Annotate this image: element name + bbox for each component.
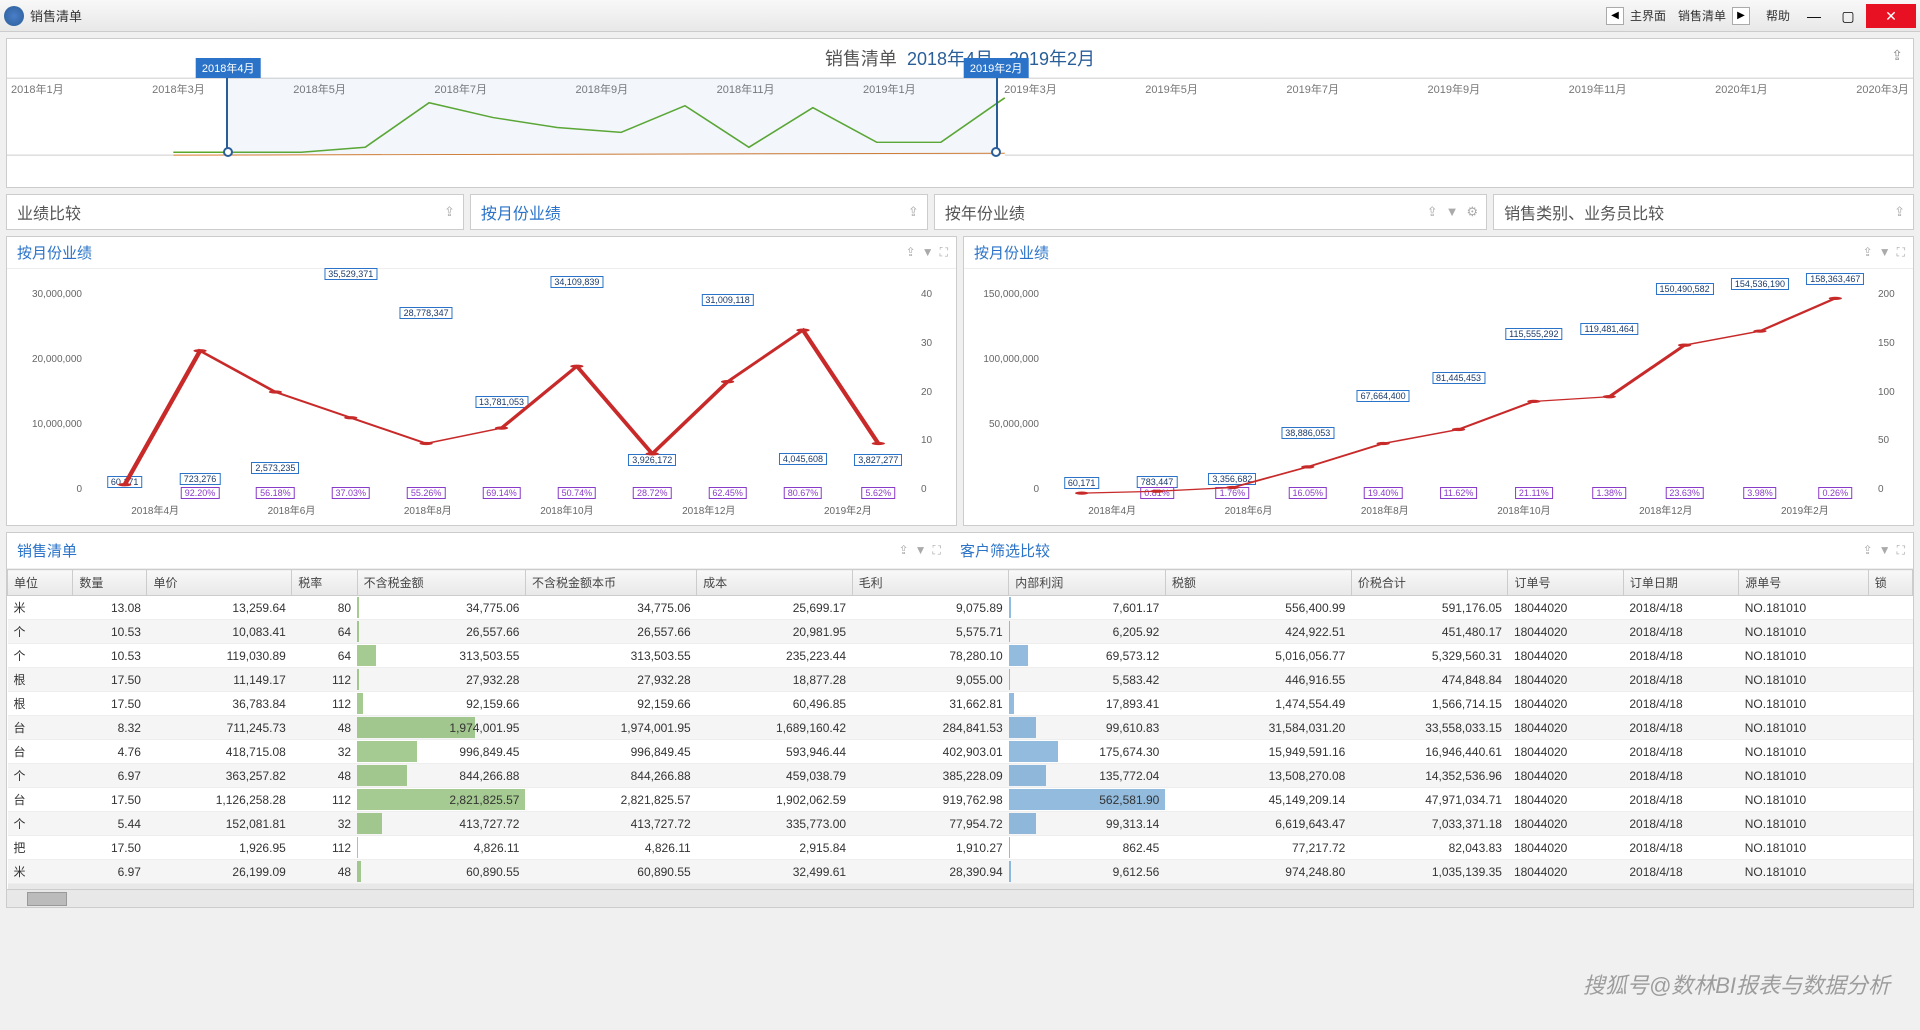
nav-main-label[interactable]: 主界面 xyxy=(1624,7,1672,24)
col-header[interactable]: 锁 xyxy=(1868,570,1912,596)
chart-title: 按月份业绩 xyxy=(17,242,92,263)
table-row[interactable]: 米6.9726,199.094860,890.5560,890.5532,499… xyxy=(8,860,1913,884)
section-label: 按年份业绩 xyxy=(945,200,1025,224)
export-icon[interactable]: ⇪ xyxy=(1891,47,1903,64)
table-row[interactable]: 根17.5036,783.8411292,159.6692,159.6660,4… xyxy=(8,692,1913,716)
col-header[interactable]: 内部利润 xyxy=(1009,570,1166,596)
section-label: 按月份业绩 xyxy=(481,200,561,224)
col-header[interactable]: 数量 xyxy=(73,570,147,596)
col-header[interactable]: 订单日期 xyxy=(1623,570,1738,596)
table-row[interactable]: 根17.5011,149.1711227,932.2827,932.2818,8… xyxy=(8,668,1913,692)
chart-title: 按月份业绩 xyxy=(974,242,1049,263)
export-icon[interactable]: ⇪ xyxy=(899,543,909,557)
filter-icon[interactable]: ▼ xyxy=(922,245,934,259)
sales-table[interactable]: 单位数量单价税率不含税金额不含税金额本币成本毛利内部利润税额价税合计订单号订单日… xyxy=(7,569,1913,889)
app-logo-icon xyxy=(4,6,24,26)
settings-icon[interactable]: ⚙ xyxy=(1466,204,1478,219)
nav-prev-button[interactable]: ◀ xyxy=(1606,7,1624,25)
section-perf-compare[interactable]: 业绩比较 ⇪ xyxy=(6,194,464,230)
section-category-sales[interactable]: 销售类别、业务员比较 ⇪ xyxy=(1493,194,1914,230)
export-icon[interactable]: ⇪ xyxy=(906,245,916,259)
col-header[interactable]: 不含税金额本币 xyxy=(525,570,696,596)
col-header[interactable]: 订单号 xyxy=(1508,570,1623,596)
range-title-prefix: 销售清单 xyxy=(825,49,897,69)
table-row[interactable]: 个10.53119,030.8964313,503.55313,503.5523… xyxy=(8,644,1913,668)
chart-monthly-body: 010,000,00020,000,00030,000,000010203040… xyxy=(7,269,956,525)
col-header[interactable]: 毛利 xyxy=(852,570,1009,596)
table-row[interactable]: 个10.5310,083.416426,557.6626,557.6620,98… xyxy=(8,620,1913,644)
col-header[interactable]: 成本 xyxy=(697,570,852,596)
window-title: 销售清单 xyxy=(30,6,1606,25)
minimize-button[interactable]: — xyxy=(1798,4,1830,28)
col-header[interactable]: 单价 xyxy=(147,570,292,596)
expand-icon[interactable]: ⛶ xyxy=(933,543,941,557)
chart-cumulative-body: 050,000,000100,000,000150,000,0000501001… xyxy=(964,269,1913,525)
export-icon[interactable]: ⇪ xyxy=(444,204,455,219)
col-header[interactable]: 税额 xyxy=(1165,570,1351,596)
close-button[interactable]: ✕ xyxy=(1866,4,1916,28)
help-menu[interactable]: 帮助 xyxy=(1760,7,1796,24)
sales-table-panel: 销售清单 ⇪ ▼ ⛶ 客户筛选比较 ⇪ ▼ ⛶ 单位数量单价税率不含税金额不含税金额本币… xyxy=(6,532,1914,908)
range-chart[interactable]: 2018年4月 2019年2月 2018年1月2018年3月2018年5月201… xyxy=(7,77,1913,172)
chart-monthly-panel: 按月份业绩 ⇪ ▼ ⛶ 010,000,00020,000,00030,000,00… xyxy=(6,236,957,526)
range-label-start: 2018年4月 xyxy=(196,58,261,78)
export-icon[interactable]: ⇪ xyxy=(1894,204,1905,219)
section-label: 销售类别、业务员比较 xyxy=(1504,200,1664,224)
section-label: 业绩比较 xyxy=(17,200,81,224)
expand-icon[interactable]: ⛶ xyxy=(940,245,948,259)
range-handle-end[interactable] xyxy=(991,147,1001,157)
section-yearly[interactable]: 按年份业绩 ⇪ ▼ ⚙ xyxy=(934,194,1487,230)
col-header[interactable]: 价税合计 xyxy=(1351,570,1508,596)
col-header[interactable]: 单位 xyxy=(8,570,73,596)
export-icon[interactable]: ⇪ xyxy=(908,204,919,219)
table-row[interactable]: 个6.97363,257.8248844,266.88844,266.88459… xyxy=(8,764,1913,788)
range-title: 销售清单 2018年4月 - 2019年2月 xyxy=(7,39,1913,77)
nav-list-label[interactable]: 销售清单 xyxy=(1672,7,1732,24)
chart-cumulative-panel: 按月份业绩 ⇪ ▼ ⛶ 050,000,000100,000,000150,000,… xyxy=(963,236,1914,526)
filter-icon[interactable]: ▼ xyxy=(1446,204,1459,219)
expand-icon[interactable]: ⛶ xyxy=(1897,245,1905,259)
export-icon[interactable]: ⇪ xyxy=(1863,245,1873,259)
table-row[interactable]: 个5.44152,081.8132413,727.72413,727.72335… xyxy=(8,812,1913,836)
filter-icon[interactable]: ▼ xyxy=(1879,245,1891,259)
export-icon[interactable]: ⇪ xyxy=(1427,204,1438,219)
date-range-panel: 销售清单 2018年4月 - 2019年2月 ⇪ 2018年4月 2019年2月… xyxy=(6,38,1914,188)
col-header[interactable]: 源单号 xyxy=(1739,570,1869,596)
watermark: 搜狐号@数林BI报表与数据分析 xyxy=(1583,968,1890,1000)
nav-next-button[interactable]: ▶ xyxy=(1732,7,1750,25)
table-row[interactable]: 台8.32711,245.73481,974,001.951,974,001.9… xyxy=(8,716,1913,740)
range-handle-start[interactable] xyxy=(223,147,233,157)
col-header[interactable]: 不含税金额 xyxy=(357,570,525,596)
table-row[interactable]: 米13.0813,259.648034,775.0634,775.0625,69… xyxy=(8,596,1913,620)
table-row[interactable]: 把17.501,926.951124,826.114,826.112,915.8… xyxy=(8,836,1913,860)
section-monthly[interactable]: 按月份业绩 ⇪ xyxy=(470,194,928,230)
table-row[interactable]: 台17.501,126,258.281122,821,825.572,821,8… xyxy=(8,788,1913,812)
compare-title: 客户筛选比较 xyxy=(960,540,1050,561)
table-title: 销售清单 xyxy=(17,540,922,561)
col-header[interactable]: 税率 xyxy=(292,570,357,596)
filter-icon[interactable]: ▼ xyxy=(915,543,927,557)
horizontal-scrollbar[interactable] xyxy=(7,889,1913,907)
expand-icon[interactable]: ⛶ xyxy=(1897,543,1905,557)
filter-icon[interactable]: ▼ xyxy=(1879,543,1891,557)
table-row[interactable]: 台4.76418,715.0832996,849.45996,849.45593… xyxy=(8,740,1913,764)
scroll-thumb[interactable] xyxy=(27,892,67,906)
maximize-button[interactable]: ▢ xyxy=(1832,4,1864,28)
range-label-end: 2019年2月 xyxy=(964,58,1029,78)
titlebar: 销售清单 ◀ 主界面 销售清单 ▶ 帮助 — ▢ ✕ xyxy=(0,0,1920,32)
export-icon[interactable]: ⇪ xyxy=(1863,543,1873,557)
